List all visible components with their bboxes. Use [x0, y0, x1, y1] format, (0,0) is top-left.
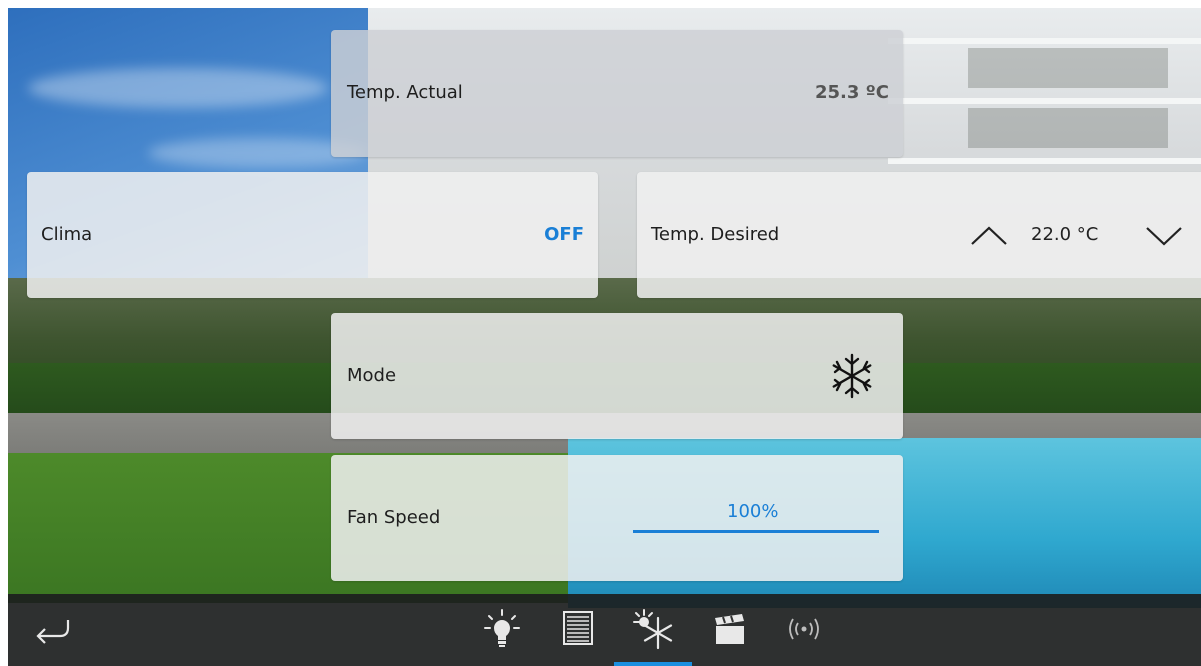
climate-icon[interactable] [630, 606, 678, 652]
fan-speed-slider[interactable] [633, 530, 879, 533]
background-cloud [28, 68, 328, 108]
clima-label: Clima [41, 224, 93, 245]
scene-clapper-icon[interactable] [706, 606, 754, 652]
background-balcony [888, 98, 1201, 104]
chevron-up-icon[interactable] [969, 220, 1009, 250]
mode-panel[interactable]: Mode [331, 313, 903, 439]
temp-actual-label: Temp. Actual [347, 82, 463, 103]
back-arrow-icon[interactable] [28, 606, 76, 652]
fan-speed-panel: Fan Speed 100% [331, 455, 903, 581]
clima-panel[interactable]: Clima OFF [27, 172, 598, 298]
background-window [968, 48, 1168, 88]
background-balcony [888, 158, 1201, 164]
temp-actual-panel: Temp. Actual 25.3 ºC [331, 30, 903, 157]
wireless-signal-icon[interactable] [780, 606, 828, 652]
snowflake-icon[interactable] [827, 351, 877, 401]
background-balcony [888, 38, 1201, 44]
fan-speed-value: 100% [727, 501, 779, 522]
temp-desired-label: Temp. Desired [651, 224, 780, 245]
chevron-down-icon[interactable] [1144, 220, 1184, 250]
bottom-navbar [8, 594, 1201, 666]
screen: Temp. Actual 25.3 ºC Clima OFF Temp. Des… [8, 8, 1201, 666]
fan-speed-label: Fan Speed [347, 507, 441, 528]
temp-desired-panel: Temp. Desired 22.0 °C [637, 172, 1201, 298]
temp-actual-value: 25.3 ºC [814, 82, 889, 103]
blinds-icon[interactable] [554, 606, 602, 652]
mode-label: Mode [347, 365, 397, 386]
temp-desired-value: 22.0 °C [1031, 224, 1099, 245]
lightbulb-icon[interactable] [478, 606, 526, 652]
nav-active-indicator [614, 662, 692, 666]
background-window [968, 108, 1168, 148]
clima-toggle[interactable]: OFF [544, 224, 584, 245]
